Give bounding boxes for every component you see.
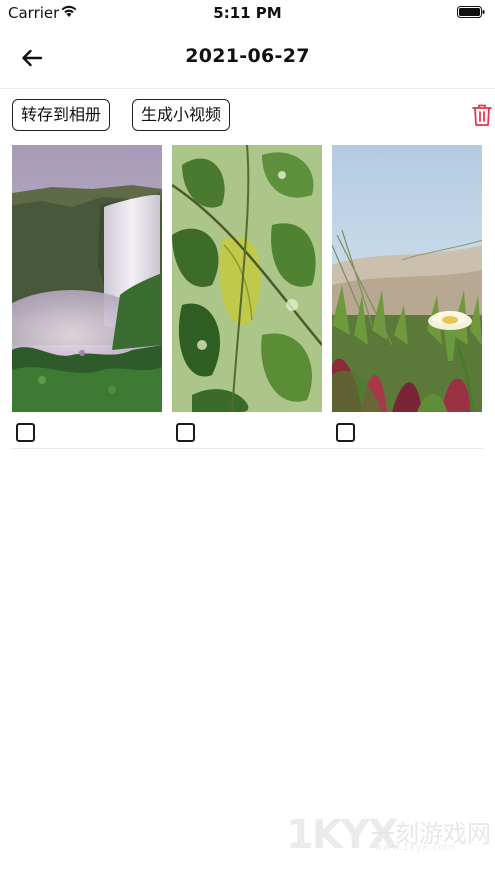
photo-item xyxy=(332,145,482,445)
flower-photo[interactable] xyxy=(332,145,482,412)
screen: Carrier 5:11 PM 2021-06-27 转存到相册 生成小视频 1… xyxy=(0,0,495,881)
photo-checkbox[interactable] xyxy=(16,423,35,442)
save-to-album-button[interactable]: 转存到相册 xyxy=(12,99,111,131)
photo-item xyxy=(12,145,162,445)
waterfall-photo[interactable] xyxy=(12,145,162,412)
trash-icon[interactable] xyxy=(471,103,493,127)
photo-checkbox[interactable] xyxy=(336,423,355,442)
watermark-url: www.1kyx.com xyxy=(374,842,455,853)
action-row: 转存到相册 生成小视频 xyxy=(0,97,495,137)
divider xyxy=(12,448,483,449)
battery-icon xyxy=(457,6,485,18)
nav-bar: 2021-06-27 xyxy=(0,30,495,89)
photo-checkbox[interactable] xyxy=(176,423,195,442)
make-video-button[interactable]: 生成小视频 xyxy=(132,99,231,131)
clock: 5:11 PM xyxy=(213,4,282,22)
leaves-photo[interactable] xyxy=(172,145,322,412)
status-bar: Carrier 5:11 PM xyxy=(0,0,495,26)
photo-item xyxy=(172,145,322,445)
watermark: 1KYX 一刻游戏网 www.1kyx.com xyxy=(286,812,491,858)
page-title: 2021-06-27 xyxy=(185,45,310,67)
